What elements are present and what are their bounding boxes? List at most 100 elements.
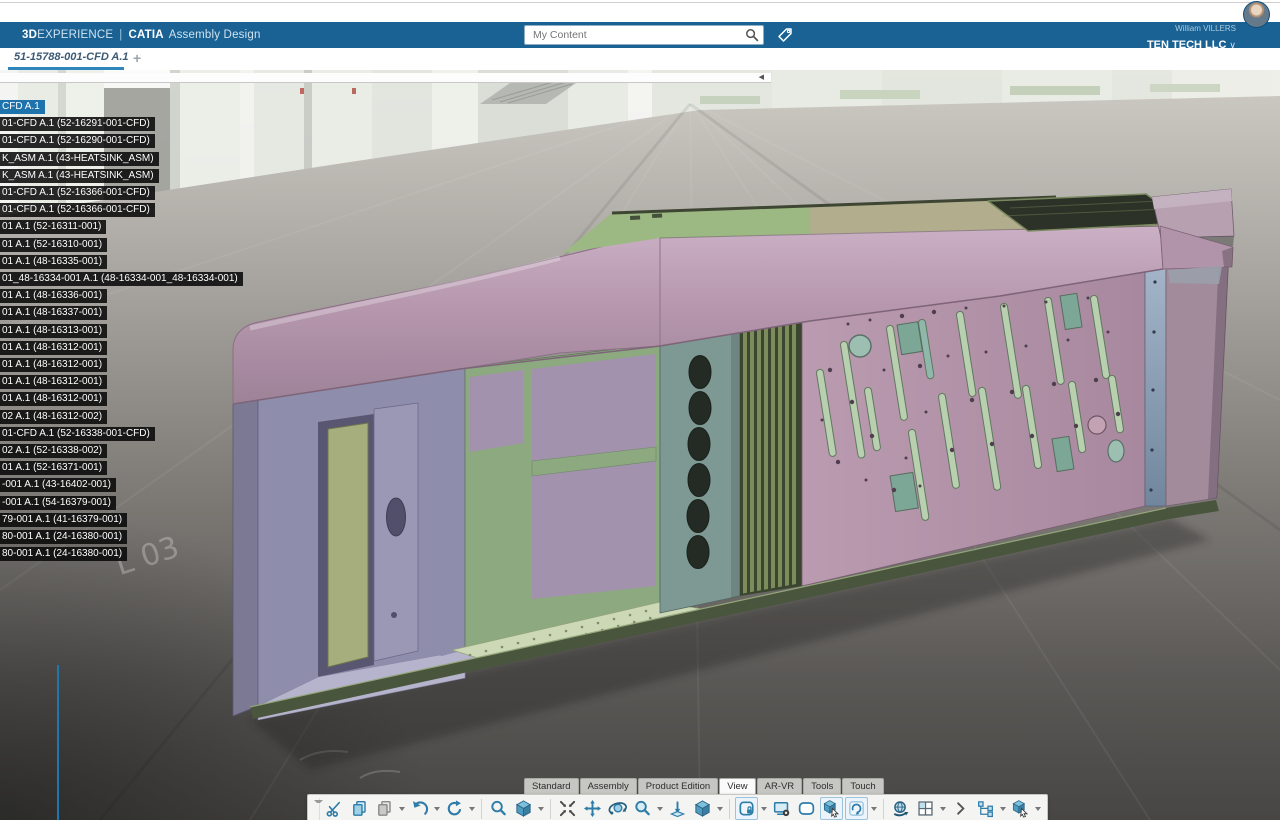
user-menu[interactable]: William VILLERS TEN TECH LLC∨ [1147, 24, 1236, 54]
global-search-input[interactable] [524, 25, 764, 45]
application-window: { "topbar": { "brand_bold": "3D", "brand… [0, 0, 1280, 820]
document-tab[interactable]: 51-15788-001-CFD A.1 [14, 51, 129, 63]
pan-button[interactable] [581, 797, 604, 820]
iso-view-icon [514, 799, 533, 818]
full-screen-button[interactable] [795, 797, 818, 820]
tree-item[interactable]: 01-CFD A.1 (52-16338-001-CFD) [0, 427, 155, 441]
tree-item[interactable]: -001 A.1 (54-16379-001) [0, 496, 116, 510]
rotate-view-dropdown-arrow[interactable] [871, 807, 877, 811]
3d-viewport[interactable]: 7 L 03 [0, 70, 1280, 820]
action-tab-touch[interactable]: Touch [842, 778, 883, 794]
update-dropdown-arrow[interactable] [469, 807, 475, 811]
tree-item[interactable]: 01 A.1 (48-16313-001) [0, 324, 107, 338]
tag-icon [776, 26, 794, 44]
chevron-down-icon: ∨ [1229, 40, 1236, 50]
tree-item[interactable]: 01-CFD A.1 (52-16366-001-CFD) [0, 203, 155, 217]
action-tab-tools[interactable]: Tools [803, 778, 841, 794]
user-avatar[interactable] [1243, 1, 1270, 28]
normal-view-button[interactable] [666, 797, 689, 820]
view-cube-dropdown-arrow[interactable] [717, 807, 723, 811]
more-tools-button[interactable] [949, 797, 972, 820]
full-screen-icon [797, 799, 816, 818]
tree-item[interactable]: 01 A.1 (48-16336-001) [0, 289, 107, 303]
capture-dropdown-arrow[interactable] [761, 807, 767, 811]
tree-item[interactable]: K_ASM A.1 (43-HEATSINK_ASM) [0, 152, 159, 166]
manipulate-dropdown-arrow[interactable] [1035, 807, 1041, 811]
tree-item[interactable]: 80-001 A.1 (24-16380-001) [0, 530, 127, 544]
world-refresh-icon [891, 799, 910, 818]
action-tab-assembly[interactable]: Assembly [580, 778, 637, 794]
action-tab-product-edition[interactable]: Product Edition [638, 778, 718, 794]
undo-button[interactable] [408, 797, 431, 820]
quad-view-dropdown-arrow[interactable] [940, 807, 946, 811]
fit-all-button[interactable] [556, 797, 579, 820]
toolbar-handle[interactable] [312, 798, 320, 820]
tree-item[interactable]: 01-CFD A.1 (52-16291-001-CFD) [0, 117, 155, 131]
tree-item[interactable]: 01 A.1 (48-16312-001) [0, 341, 107, 355]
search-icon[interactable] [745, 28, 759, 42]
view-cube-button[interactable] [691, 797, 714, 820]
zoom-button[interactable] [631, 797, 654, 820]
action-tab-standard[interactable]: Standard [524, 778, 579, 794]
rotate-view-icon [847, 799, 866, 818]
tree-item[interactable]: K_ASM A.1 (43-HEATSINK_ASM) [0, 169, 159, 183]
tree-item[interactable]: 01 A.1 (52-16310-001) [0, 238, 107, 252]
brand-3d: 3D [22, 29, 37, 41]
search-button[interactable] [487, 797, 510, 820]
display-settings-icon [772, 799, 791, 818]
tree-item[interactable]: 02 A.1 (48-16312-002) [0, 410, 107, 424]
new-tab-button[interactable]: + [133, 50, 141, 66]
tree-item[interactable]: 01 A.1 (48-16312-001) [0, 392, 107, 406]
3d-scene[interactable]: 7 L 03 [0, 70, 1280, 820]
manipulate-button[interactable] [1009, 797, 1032, 820]
action-tab-view[interactable]: View [719, 778, 755, 794]
design-tree-button[interactable] [974, 797, 997, 820]
quad-view-icon [916, 799, 935, 818]
rotate-button[interactable] [606, 797, 629, 820]
tree-item[interactable]: 01 A.1 (48-16335-001) [0, 255, 107, 269]
fit-all-icon [558, 799, 577, 818]
tree-scroll-left-arrow[interactable]: ◀ [759, 73, 764, 82]
tree-item[interactable]: 01 A.1 (48-16312-001) [0, 358, 107, 372]
tree-item[interactable]: 01 A.1 (48-16312-001) [0, 375, 107, 389]
rotate-view-button[interactable] [845, 797, 868, 820]
tree-item[interactable]: 01-CFD A.1 (52-16366-001-CFD) [0, 186, 155, 200]
tree-item[interactable]: 01-CFD A.1 (52-16290-001-CFD) [0, 134, 155, 148]
active-tab-underline [8, 67, 124, 70]
tree-item[interactable]: 01 A.1 (52-16311-001) [0, 220, 106, 234]
brand-separator: | [119, 29, 122, 41]
tree-item[interactable]: 80-001 A.1 (24-16380-001) [0, 547, 127, 561]
display-settings-button[interactable] [770, 797, 793, 820]
manipulate-icon [1011, 799, 1030, 818]
undo-dropdown-arrow[interactable] [434, 807, 440, 811]
tree-item[interactable]: -001 A.1 (43-16402-001) [0, 478, 116, 492]
tree-item[interactable]: 01_48-16334-001 A.1 (48-16334-001_48-163… [0, 272, 243, 286]
toolbar-group-separator [883, 799, 884, 819]
zoom-dropdown-arrow[interactable] [657, 807, 663, 811]
tree-item[interactable]: 02 A.1 (52-16338-002) [0, 444, 107, 458]
tree-item[interactable]: 01 A.1 (48-16337-001) [0, 306, 107, 320]
world-refresh-button[interactable] [889, 797, 912, 820]
capture-icon [737, 799, 756, 818]
capture-button[interactable] [735, 797, 758, 820]
app-brand: 3DEXPERIENCE | CATIA Assembly Design [22, 22, 261, 48]
tree-item[interactable]: 79-001 A.1 (41-16379-001) [0, 513, 127, 527]
iso-view-dropdown-arrow[interactable] [538, 807, 544, 811]
paste-dropdown-arrow[interactable] [399, 807, 405, 811]
tree-scroll-strip[interactable]: ◀ [0, 73, 771, 83]
update-button[interactable] [443, 797, 466, 820]
design-tree-dropdown-arrow[interactable] [1000, 807, 1006, 811]
action-tab-ar-vr[interactable]: AR-VR [757, 778, 803, 794]
tree-item[interactable]: 01 A.1 (52-16371-001) [0, 461, 107, 475]
tree-item-selected[interactable]: CFD A.1 [0, 100, 45, 114]
cut-button[interactable] [323, 797, 346, 820]
paste-button[interactable] [373, 797, 396, 820]
select-box-button[interactable] [820, 797, 843, 820]
toolbar-group-separator [729, 799, 730, 819]
quad-view-button[interactable] [914, 797, 937, 820]
6wtags-button[interactable] [775, 25, 795, 45]
iso-view-button[interactable] [512, 797, 535, 820]
rotate-icon [608, 799, 627, 818]
copy-button[interactable] [348, 797, 371, 820]
toolbar-group-separator [481, 799, 482, 819]
